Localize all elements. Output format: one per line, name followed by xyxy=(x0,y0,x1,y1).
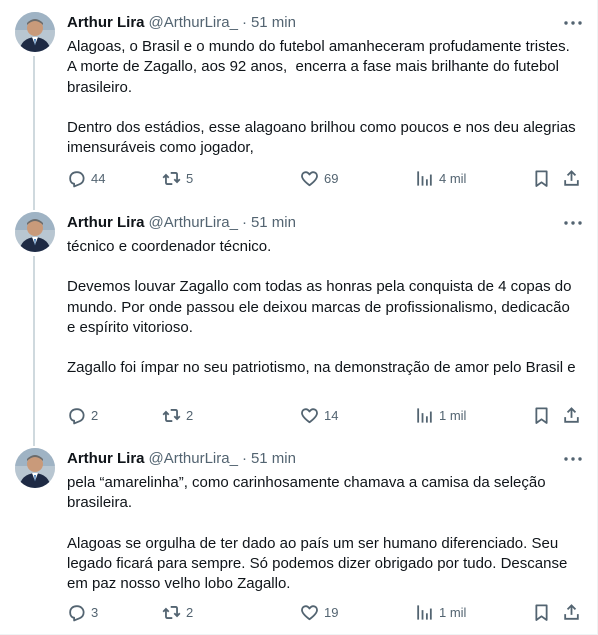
reply-button[interactable]: 3 xyxy=(67,603,98,622)
author-handle[interactable]: @ArthurLira_ xyxy=(149,449,238,469)
reply-count: 44 xyxy=(91,170,106,186)
like-button[interactable]: 14 xyxy=(300,406,338,425)
tweet-paragraph: técnico e coordenador técnico. xyxy=(67,238,272,255)
heart-icon xyxy=(300,603,319,622)
retweet-button[interactable]: 2 xyxy=(162,603,193,622)
retweet-count: 5 xyxy=(186,170,194,186)
views-chart-icon xyxy=(415,406,434,425)
thread-line xyxy=(33,56,35,200)
bookmark-button[interactable] xyxy=(532,169,551,188)
tweet-header: Arthur Lira @ArthurLira_ · 51 min xyxy=(67,0,582,33)
tweet-text: técnico e coordenador técnico. Devemos l… xyxy=(67,237,577,378)
more-dots-icon[interactable] xyxy=(564,214,582,232)
views-button[interactable]: 4 mil xyxy=(415,169,466,188)
tweet-paragraph: Dentro dos estádios, esse alagoano brilh… xyxy=(67,118,580,157)
tweet-header: Arthur Lira @ArthurLira_ · 51 min xyxy=(67,200,582,233)
share-button[interactable] xyxy=(562,603,581,622)
retweet-count: 2 xyxy=(186,407,194,423)
separator: · xyxy=(241,450,247,467)
bookmark-icon xyxy=(532,603,551,622)
retweet-count: 2 xyxy=(186,604,194,620)
thread-line xyxy=(33,436,35,446)
retweet-button[interactable]: 2 xyxy=(162,406,193,425)
avatar[interactable] xyxy=(15,12,55,52)
like-count: 14 xyxy=(324,407,339,423)
heart-icon xyxy=(300,406,319,425)
reply-button[interactable]: 44 xyxy=(67,169,105,188)
share-icon xyxy=(562,169,581,188)
reply-icon xyxy=(67,169,86,188)
views-chart-icon xyxy=(415,603,434,622)
retweet-icon xyxy=(162,603,181,622)
reply-count: 3 xyxy=(91,604,99,620)
share-button[interactable] xyxy=(562,406,581,425)
like-count: 19 xyxy=(324,604,339,620)
tweet-paragraph: pela “amarelinha”, como carinhosamente c… xyxy=(67,474,550,512)
author-name[interactable]: Arthur Lira xyxy=(67,13,145,33)
author-name[interactable]: Arthur Lira xyxy=(67,449,145,469)
retweet-icon xyxy=(162,406,181,425)
tweet-text: pela “amarelinha”, como carinhosamente c… xyxy=(67,473,577,594)
timestamp[interactable]: 51 min xyxy=(251,213,296,233)
tweet-actions: 44 5 69 4 mil xyxy=(67,168,582,188)
thread-line xyxy=(33,200,35,210)
tweet-actions: 2 2 14 1 mil xyxy=(67,405,582,425)
tweet-paragraph: Zagallo foi ímpar no seu patriotismo, na… xyxy=(67,359,576,377)
tweet-header: Arthur Lira @ArthurLira_ · 51 min xyxy=(67,436,582,469)
tweet-text: Alagoas, o Brasil e o mundo do futebol a… xyxy=(67,37,577,158)
tweet-paragraph: Devemos louvar Zagallo com todas as honr… xyxy=(67,278,576,336)
views-count: 4 mil xyxy=(439,170,467,186)
bookmark-icon xyxy=(532,169,551,188)
like-button[interactable]: 69 xyxy=(300,169,338,188)
separator: · xyxy=(241,214,247,231)
tweet-actions: 3 2 19 1 mil xyxy=(67,602,582,622)
timestamp[interactable]: 51 min xyxy=(251,449,296,469)
views-button[interactable]: 1 mil xyxy=(415,603,466,622)
like-button[interactable]: 19 xyxy=(300,603,338,622)
views-count: 1 mil xyxy=(439,407,467,423)
tweet-paragraph: Alagoas, o Brasil e o mundo do futebol a… xyxy=(67,38,574,96)
heart-icon xyxy=(300,169,319,188)
timestamp[interactable]: 51 min xyxy=(251,13,296,33)
author-name[interactable]: Arthur Lira xyxy=(67,213,145,233)
avatar[interactable] xyxy=(15,212,55,252)
views-button[interactable]: 1 mil xyxy=(415,406,466,425)
tweet-paragraph: Alagoas se orgulha de ter dado ao país u… xyxy=(67,534,572,593)
tweet-thread: Arthur Lira @ArthurLira_ · 51 min Alagoa… xyxy=(0,0,598,635)
retweet-button[interactable]: 5 xyxy=(162,169,193,188)
views-chart-icon xyxy=(415,169,434,188)
thread-line xyxy=(33,256,35,436)
author-handle[interactable]: @ArthurLira_ xyxy=(149,213,238,233)
author-handle[interactable]: @ArthurLira_ xyxy=(149,13,238,33)
tweet[interactable]: Arthur Lira @ArthurLira_ · 51 min técnic… xyxy=(0,200,598,436)
tweet[interactable]: Arthur Lira @ArthurLira_ · 51 min Alagoa… xyxy=(0,0,598,200)
reply-icon xyxy=(67,603,86,622)
share-button[interactable] xyxy=(562,169,581,188)
bookmark-button[interactable] xyxy=(532,603,551,622)
more-dots-icon[interactable] xyxy=(564,450,582,468)
more-dots-icon[interactable] xyxy=(564,14,582,32)
bookmark-icon xyxy=(532,406,551,425)
reply-icon xyxy=(67,406,86,425)
separator: · xyxy=(241,14,247,31)
share-icon xyxy=(562,603,581,622)
reply-button[interactable]: 2 xyxy=(67,406,98,425)
views-count: 1 mil xyxy=(439,604,467,620)
like-count: 69 xyxy=(324,170,339,186)
share-icon xyxy=(562,406,581,425)
reply-count: 2 xyxy=(91,407,99,423)
retweet-icon xyxy=(162,169,181,188)
avatar[interactable] xyxy=(15,448,55,488)
tweet[interactable]: Arthur Lira @ArthurLira_ · 51 min pela “… xyxy=(0,436,598,635)
bookmark-button[interactable] xyxy=(532,406,551,425)
